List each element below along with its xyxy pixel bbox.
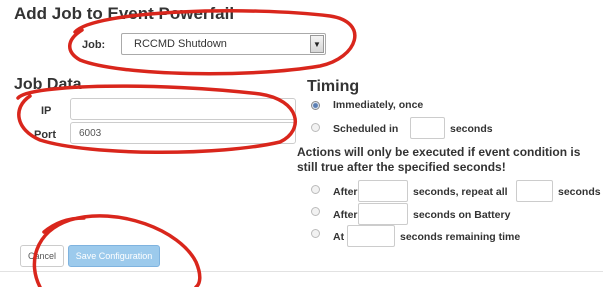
label-seconds-on-battery: seconds on Battery [413,209,511,221]
port-label: Port [34,129,56,141]
label-scheduled-seconds: seconds [450,123,493,135]
job-select[interactable]: RCCMD Shutdown ▼ [121,33,326,55]
port-input[interactable]: 6003 [70,122,296,144]
port-value: 6003 [79,127,102,139]
radio-after-battery[interactable] [311,207,320,216]
radio-scheduled[interactable] [311,123,320,132]
label-immediately: Immediately, once [333,99,424,111]
ip-label: IP [41,105,52,117]
timing-note: Actions will only be executed if event c… [297,145,581,174]
label-at: At [333,231,345,243]
job-data-heading: Job Data [14,76,82,93]
radio-after-repeat[interactable] [311,185,320,194]
job-label: Job: [82,39,106,51]
battery-seconds-input[interactable] [358,203,408,225]
label-repeat-all: seconds, repeat all [413,186,508,198]
radio-at-remaining[interactable] [311,229,320,238]
repeat-seconds-input[interactable] [516,180,553,202]
label-remaining-time: seconds remaining time [400,231,521,243]
timing-heading: Timing [307,78,360,95]
label-after: After [333,186,358,198]
cancel-button[interactable]: Cancel [20,245,64,267]
ip-input[interactable] [70,98,296,120]
dialog-title: Add Job to Event Powerfail [14,4,235,23]
remaining-seconds-input[interactable] [347,225,395,247]
footer-divider [0,271,603,272]
label-after-battery: After [333,209,358,221]
chevron-down-icon[interactable]: ▼ [310,35,324,53]
save-configuration-button[interactable]: Save Configuration [68,245,160,267]
after-seconds-input[interactable] [358,180,408,202]
scheduled-seconds-input[interactable] [410,117,445,139]
label-scheduled: Scheduled in [333,123,399,135]
radio-immediately[interactable] [311,101,320,110]
label-repeat-seconds: seconds [558,186,601,198]
job-select-value: RCCMD Shutdown [134,38,227,50]
